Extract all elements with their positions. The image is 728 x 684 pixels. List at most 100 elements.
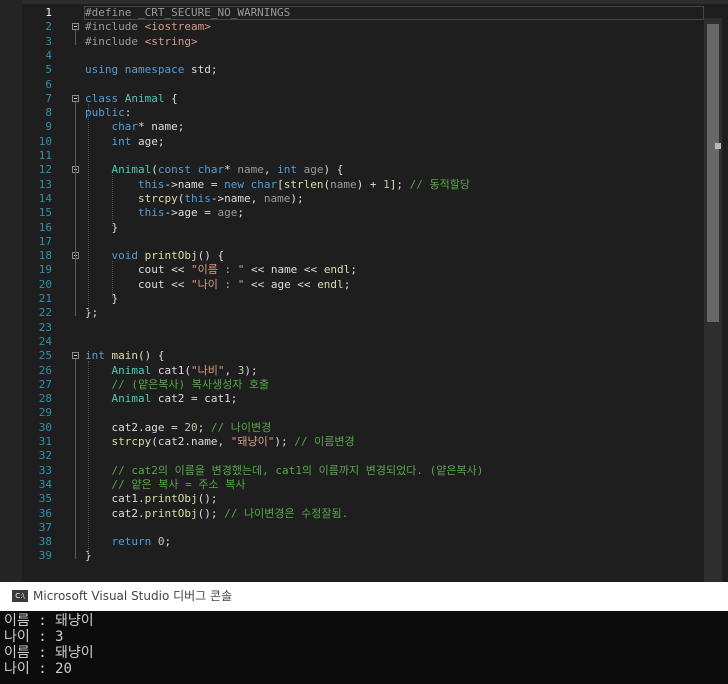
- code-line[interactable]: return 0;: [85, 535, 172, 549]
- line-number: 13: [38, 177, 52, 191]
- code-line[interactable]: int age;: [85, 135, 165, 149]
- code-token: ;: [164, 535, 172, 549]
- code-line[interactable]: // (얕은복사) 복사생성자 호출: [85, 378, 270, 392]
- code-line[interactable]: };: [85, 306, 98, 320]
- console-output-line: 이름 : 돼냥이: [4, 645, 94, 661]
- code-token: this: [137, 206, 165, 220]
- outline-fold-line: [75, 259, 76, 302]
- code-line[interactable]: strcpy(this->name, name);: [85, 192, 304, 206]
- code-line[interactable]: int main() {: [85, 349, 165, 363]
- code-line[interactable]: cout << "이름 : " << name << endl;: [85, 263, 357, 277]
- code-token: );: [274, 435, 295, 448]
- code-token: {: [164, 91, 178, 105]
- editor-tab-strip: [0, 0, 728, 4]
- code-editor[interactable]: 1 2 3 4 5 6 7 8 9 10 11 12 13 14 15 16 17 18 19 20 21 22 23 24 2…: [0, 0, 728, 582]
- code-token: name: [237, 163, 264, 177]
- collapse-toggle-icon[interactable]: [72, 94, 79, 102]
- code-token: () {: [197, 249, 225, 263]
- collapse-toggle-icon[interactable]: [72, 23, 79, 31]
- code-line[interactable]: }: [85, 221, 118, 235]
- line-number: 3: [45, 34, 52, 48]
- code-line[interactable]: // 얕은 복사 = 주소 복사: [85, 478, 246, 492]
- code-token: ;: [350, 263, 357, 277]
- code-token: name: [263, 191, 291, 205]
- vertical-scrollbar-thumb[interactable]: [707, 24, 719, 322]
- code-line[interactable]: void printObj() {: [85, 249, 225, 263]
- code-line[interactable]: Animal cat1("나비", 3);: [85, 364, 258, 378]
- code-token: }: [85, 220, 119, 234]
- code-line[interactable]: // cat2의 이름을 변경했는데, cat1의 이름까지 변경되었다. (얕…: [85, 464, 484, 478]
- code-token: [: [277, 177, 284, 191]
- code-token: );: [244, 363, 258, 377]
- line-number: 11: [38, 149, 52, 162]
- code-token: "나이 : ": [190, 277, 245, 291]
- line-number: 20: [38, 277, 52, 291]
- code-line[interactable]: cout << "나이 : " << age << endl;: [85, 278, 350, 292]
- collapse-toggle-icon[interactable]: [72, 352, 79, 360]
- line-number: 24: [38, 334, 52, 348]
- code-token: char: [250, 177, 278, 191]
- line-number: 15: [38, 206, 52, 220]
- code-token: Animal: [111, 392, 152, 406]
- code-line[interactable]: cat2.printObj(); // 나이변경은 수정잘됨.: [85, 507, 348, 521]
- code-token: // 동적할당: [409, 177, 470, 191]
- code-token: cat2 = cat1;: [151, 392, 238, 406]
- code-token: void: [111, 249, 139, 263]
- outline-fold-line: [75, 359, 76, 560]
- code-token: << name <<: [244, 263, 324, 277]
- code-line[interactable]: Animal(const char* name, int age) {: [85, 163, 344, 177]
- code-token: ,: [224, 363, 238, 377]
- code-token: "돼냥이": [230, 435, 275, 448]
- code-token: int: [111, 134, 132, 148]
- code-token: age: [303, 163, 324, 177]
- code-token: cat1.: [85, 492, 145, 506]
- line-number: 19: [38, 263, 52, 277]
- indicator-margin[interactable]: [0, 0, 22, 582]
- code-line[interactable]: this->name = new char[strlen(name) + 1];…: [85, 178, 470, 192]
- code-line[interactable]: strcpy(cat2.name, "돼냥이"); // 이름변경: [85, 435, 355, 449]
- outline-fold-line: [75, 173, 76, 231]
- code-token: Animal: [124, 91, 165, 105]
- line-number: 29: [38, 406, 52, 420]
- code-line[interactable]: char* name;: [85, 120, 185, 134]
- code-token: // 이름변경: [294, 435, 355, 448]
- code-token: int: [277, 163, 297, 177]
- line-number: 39: [38, 549, 52, 563]
- indent-guide: [112, 175, 113, 227]
- code-line[interactable]: Animal cat2 = cat1;: [85, 392, 238, 406]
- code-token: #define _CRT_SECURE_NO_WARNINGS: [85, 6, 291, 19]
- line-number: 6: [45, 77, 52, 91]
- code-line[interactable]: #include <iostream>: [85, 20, 211, 34]
- line-number: 35: [38, 492, 52, 506]
- code-line[interactable]: #include <string>: [85, 35, 198, 49]
- code-line[interactable]: using namespace std;: [85, 63, 217, 77]
- code-line[interactable]: public:: [85, 106, 131, 120]
- code-token: using: [85, 63, 119, 77]
- line-number: 22: [38, 306, 52, 320]
- code-token: endl: [317, 277, 344, 291]
- code-line[interactable]: }: [85, 292, 118, 306]
- code-token: << age <<: [244, 277, 318, 291]
- code-token: ,: [263, 163, 278, 177]
- line-number: 9: [45, 120, 52, 134]
- code-line[interactable]: class Animal {: [85, 92, 178, 106]
- code-line[interactable]: #define _CRT_SECURE_NO_WARNINGS: [85, 6, 290, 20]
- line-number: 31: [38, 435, 52, 448]
- code-token: return: [111, 535, 152, 549]
- debug-console-output[interactable]: 이름 : 돼냥이 나이 : 3 이름 : 돼냥이 나이 : 20: [0, 611, 728, 684]
- code-line[interactable]: cat2.age = 20; // 나이변경: [85, 421, 271, 435]
- code-line[interactable]: this->age = age;: [85, 206, 244, 220]
- code-token: printObj: [144, 249, 198, 263]
- line-number: 33: [38, 463, 52, 477]
- code-token: class: [85, 91, 119, 105]
- code-token: endl: [323, 263, 351, 277]
- code-token: std;: [184, 63, 218, 77]
- code-line[interactable]: cat1.printObj();: [85, 492, 217, 506]
